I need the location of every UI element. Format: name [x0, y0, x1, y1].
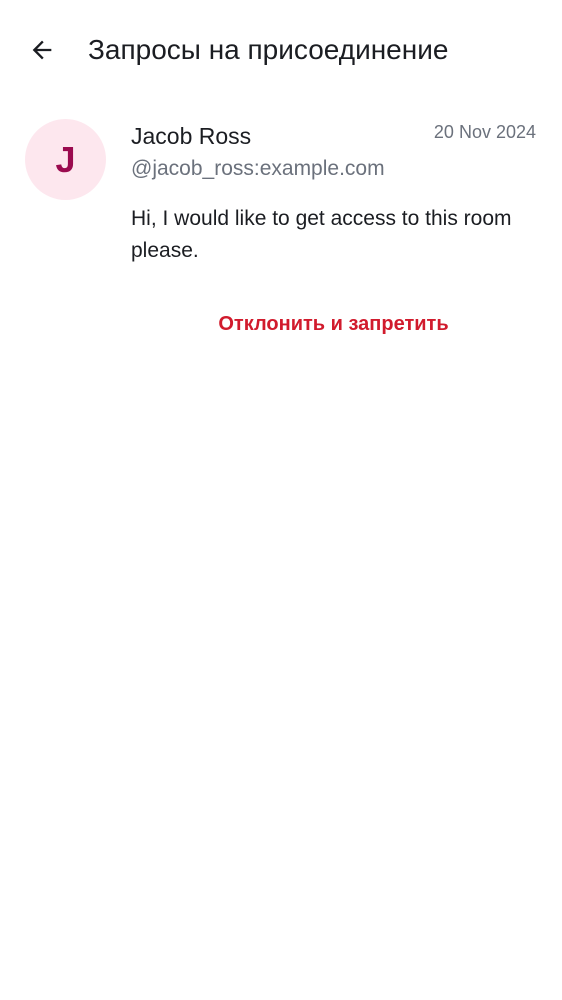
decline-and-ban-button[interactable]: Отклонить и запретить — [131, 304, 536, 344]
join-request-item: J Jacob Ross 20 Nov 2024 @jacob_ross:exa… — [0, 110, 562, 350]
avatar-initial: J — [55, 138, 76, 180]
user-name: Jacob Ross — [131, 123, 252, 149]
request-message: Hi, I would like to get access to this r… — [131, 207, 512, 262]
avatar: J — [25, 119, 106, 200]
arrow-left-icon — [32, 40, 52, 60]
app-bar: Запросы на присоединение — [0, 0, 562, 100]
request-date: 20 Nov 2024 — [433, 122, 536, 142]
user-id: @jacob_ross:example.com — [131, 157, 385, 180]
page-title: Запросы на присоединение — [88, 34, 449, 65]
back-button[interactable] — [18, 26, 66, 74]
